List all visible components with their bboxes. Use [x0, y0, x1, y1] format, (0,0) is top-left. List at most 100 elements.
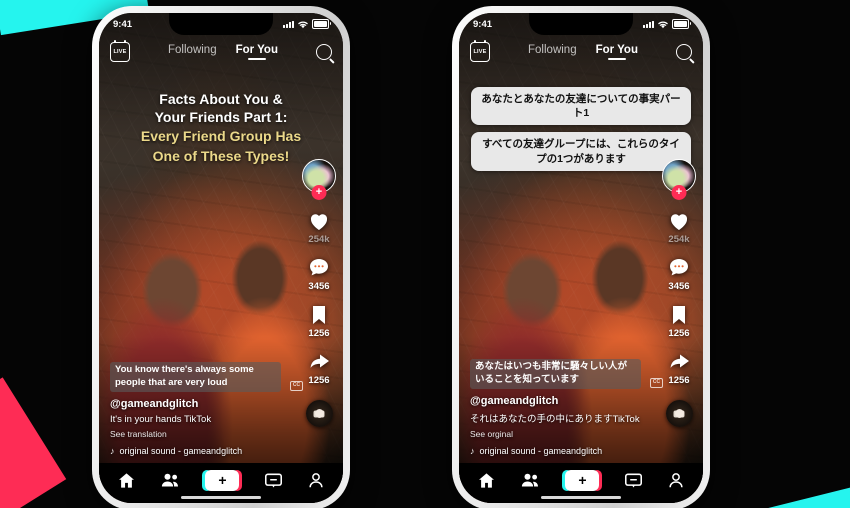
brand-accent-pink-bottom-left: [0, 377, 67, 508]
tab-create[interactable]: +: [202, 469, 243, 491]
brand-accent-cyan-bottom-right: [765, 479, 850, 508]
music-attribution[interactable]: ♪ original sound - gameandglitch: [470, 446, 641, 456]
comment-icon[interactable]: [306, 256, 332, 280]
action-rail: + 254k 3456 1256 1256: [302, 159, 336, 427]
burned-in-caption: Facts About You & Your Friends Part 1: E…: [99, 91, 343, 166]
tab-inbox[interactable]: [624, 472, 643, 489]
battery-icon: [312, 19, 331, 29]
creator-avatar-wrap[interactable]: +: [662, 159, 696, 200]
music-disc-icon[interactable]: [305, 400, 333, 427]
video-description: それはあなたの手の中にありますTikTok: [470, 414, 640, 425]
video-subtitle-text: You know there's always some people that…: [115, 364, 254, 388]
create-icon[interactable]: +: [562, 469, 603, 491]
video-info-block: あなたはいつも非常に騒々しい人がいることを知っています CC @gameandg…: [470, 358, 663, 456]
video-info-block: You know there's always some people that…: [110, 361, 303, 456]
like-action[interactable]: 254k: [306, 209, 332, 245]
tab-home[interactable]: [477, 471, 496, 490]
bookmark-count: 1256: [308, 328, 330, 339]
home-icon[interactable]: [477, 471, 496, 490]
bookmark-action[interactable]: 1256: [306, 303, 332, 339]
feed-tabs: Following For You: [490, 44, 676, 60]
home-icon[interactable]: [117, 471, 136, 490]
video-description: It's in your hands TikTok: [110, 414, 212, 425]
follow-button[interactable]: +: [671, 185, 687, 200]
music-disc-icon[interactable]: [665, 400, 693, 427]
music-attribution-text: original sound - gameandglitch: [479, 446, 603, 456]
wifi-icon: [298, 21, 308, 28]
feed-header: LIVE Following For You: [459, 39, 703, 65]
tab-inbox[interactable]: [264, 472, 283, 489]
comment-action[interactable]: 3456: [666, 256, 692, 292]
tab-for-you[interactable]: For You: [236, 44, 278, 60]
comment-count: 3456: [308, 281, 330, 292]
phone-screen-original: 9:41 LIVE Following For You Facts About …: [99, 13, 343, 503]
home-indicator: [181, 496, 261, 499]
bookmark-count: 1256: [668, 328, 690, 339]
live-icon[interactable]: LIVE: [110, 39, 130, 62]
see-original-link[interactable]: See orginal: [470, 429, 641, 439]
battery-icon: [672, 19, 691, 29]
friends-icon[interactable]: [520, 471, 541, 490]
music-note-glyph: ♪: [470, 446, 475, 456]
search-icon[interactable]: [316, 44, 332, 60]
live-label: LIVE: [113, 49, 127, 55]
tab-following[interactable]: Following: [528, 44, 577, 60]
translated-bubble-2: すべての友達グループには、これらのタイプの1つがあります: [471, 132, 691, 171]
tab-friends[interactable]: [520, 471, 541, 490]
profile-icon[interactable]: [307, 471, 325, 490]
bookmark-icon[interactable]: [666, 303, 692, 327]
share-action[interactable]: 1256: [666, 350, 692, 386]
burned-caption-line-1: Facts About You &: [159, 91, 283, 107]
tab-create[interactable]: +: [562, 469, 603, 491]
translated-bubble-1: あなたとあなたの友達についての事実パート1: [471, 87, 691, 126]
creator-avatar-wrap[interactable]: +: [302, 159, 336, 200]
screenshot-stage: 9:41 LIVE Following For You Facts About …: [0, 0, 850, 508]
like-count: 254k: [668, 234, 690, 245]
bookmark-action[interactable]: 1256: [666, 303, 692, 339]
tab-following[interactable]: Following: [168, 44, 217, 60]
bookmark-icon[interactable]: [306, 303, 332, 327]
search-icon[interactable]: [676, 44, 692, 60]
video-subtitle-text: あなたはいつも非常に騒々しい人がいることを知っています: [475, 361, 628, 385]
heart-icon[interactable]: [306, 209, 332, 233]
heart-icon[interactable]: [666, 209, 692, 233]
follow-button[interactable]: +: [311, 185, 327, 200]
home-indicator: [541, 496, 621, 499]
status-bar-time: 9:41: [473, 18, 493, 30]
feed-header: LIVE Following For You: [99, 39, 343, 65]
like-action[interactable]: 254k: [666, 209, 692, 245]
share-icon[interactable]: [666, 350, 692, 374]
device-notch: [169, 13, 273, 35]
tab-profile[interactable]: [307, 471, 325, 490]
music-attribution[interactable]: ♪ original sound - gameandglitch: [110, 446, 281, 456]
comment-icon[interactable]: [666, 256, 692, 280]
inbox-icon[interactable]: [264, 472, 283, 489]
tab-for-you[interactable]: For You: [596, 44, 638, 60]
share-action[interactable]: 1256: [306, 350, 332, 386]
see-translation-link[interactable]: See translation: [110, 429, 281, 439]
create-icon[interactable]: +: [202, 469, 243, 491]
phone-screen-translated: 9:41 LIVE Following For You あなたとあなたの友達につ…: [459, 13, 703, 503]
music-note-glyph: ♪: [110, 446, 115, 456]
phone-mockup-original: 9:41 LIVE Following For You Facts About …: [92, 6, 350, 508]
creator-handle[interactable]: @gameandglitch: [470, 395, 641, 407]
live-icon[interactable]: LIVE: [470, 39, 490, 62]
tab-home[interactable]: [117, 471, 136, 490]
inbox-icon[interactable]: [624, 472, 643, 489]
share-icon[interactable]: [306, 350, 332, 374]
status-bar-icons: [283, 19, 331, 29]
wifi-icon: [658, 21, 668, 28]
creator-handle[interactable]: @gameandglitch: [110, 398, 281, 410]
action-rail: + 254k 3456 1256 1256: [662, 159, 696, 427]
friends-icon[interactable]: [160, 471, 181, 490]
status-bar-time: 9:41: [113, 18, 133, 30]
comment-action[interactable]: 3456: [306, 256, 332, 292]
tab-profile[interactable]: [667, 471, 685, 490]
profile-icon[interactable]: [667, 471, 685, 490]
like-count: 254k: [308, 234, 330, 245]
comment-count: 3456: [668, 281, 690, 292]
burned-caption-line-2: Your Friends Part 1:: [154, 108, 288, 125]
live-label: LIVE: [473, 49, 487, 55]
burned-caption-line-4: One of These Types!: [152, 147, 290, 164]
tab-friends[interactable]: [160, 471, 181, 490]
